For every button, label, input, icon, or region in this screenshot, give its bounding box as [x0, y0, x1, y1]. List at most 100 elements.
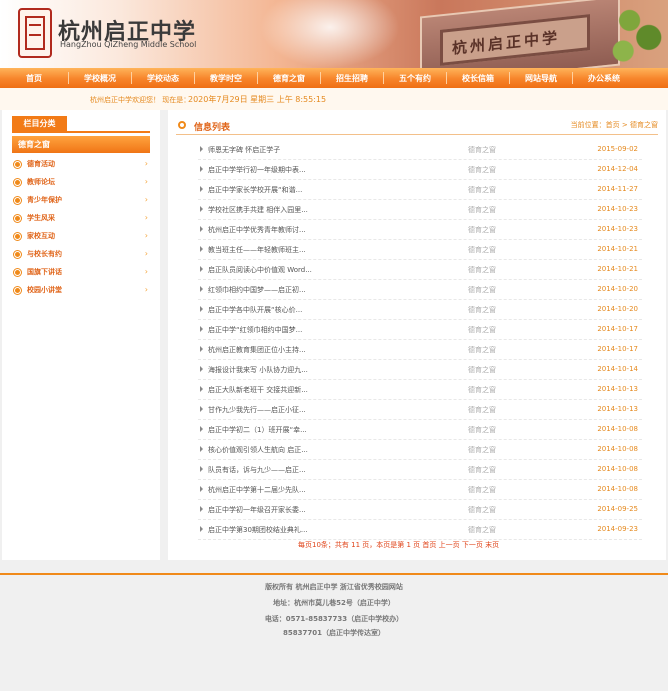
pagination[interactable]: 每页10条；共有 11 页，本页是第 1 页 首页 上一页 下一页 末页	[298, 540, 499, 550]
list-item[interactable]: 启正队员阅读心中价值观 Word... 德育之窗 2014-10-21	[198, 260, 642, 280]
list-item[interactable]: 甘作九少我先行——启正小征... 德育之窗 2014-10-13	[198, 400, 642, 420]
list-item-date: 2014-10-08	[597, 445, 638, 453]
list-item-date: 2014-10-08	[597, 485, 638, 493]
chevron-right-icon: ›	[144, 195, 148, 204]
sidebar-item-student-style[interactable]: 学生风采 ›	[14, 212, 152, 226]
list-item[interactable]: 师恩无字碑 怀启正学子 德育之窗 2015-09-02	[198, 140, 642, 160]
nav-principal-mailbox[interactable]: 校长信箱	[447, 73, 509, 84]
list-item[interactable]: 启正中学举行初一年级期中表... 德育之窗 2014-12-04	[198, 160, 642, 180]
list-item-date: 2014-10-08	[597, 425, 638, 433]
list-item[interactable]: 队员有话，诉与九少——启正... 德育之窗 2014-10-08	[198, 460, 642, 480]
list-item-title[interactable]: 启正中学初二（1）班开展“幸...	[208, 425, 307, 435]
list-item-title[interactable]: 核心价值观引领人生航向 启正...	[208, 445, 308, 455]
list-item-category: 德育之窗	[468, 486, 496, 494]
list-item-title[interactable]: 启正中学举行初一年级期中表...	[208, 165, 306, 175]
list-item-category: 德育之窗	[468, 506, 496, 514]
sidebar-item-flag-speech[interactable]: 国旗下讲话 ›	[14, 266, 152, 280]
list-item[interactable]: 红领巾相约中国梦——启正初... 德育之窗 2014-10-20	[198, 280, 642, 300]
list-item-category: 德育之窗	[468, 326, 496, 334]
current-time: 2020年7月29日 星期三 上午 8:55:15	[188, 95, 327, 104]
list-item[interactable]: 启正中学初二（1）班开展“幸... 德育之窗 2014-10-08	[198, 420, 642, 440]
list-item-title[interactable]: 启正中学各中队开展“核心价...	[208, 305, 302, 315]
list-item-title[interactable]: 启正中学家长学校开展“和谐...	[208, 185, 302, 195]
list-item-date: 2014-10-23	[597, 225, 638, 233]
list-item[interactable]: 启正中学家长学校开展“和谐... 德育之窗 2014-11-27	[198, 180, 642, 200]
chevron-right-icon: ›	[144, 285, 148, 294]
sidebar-item-meet-principal[interactable]: 与校长有约 ›	[14, 248, 152, 262]
list-item-date: 2014-10-17	[597, 345, 638, 353]
list-item-category: 德育之窗	[468, 406, 496, 414]
list-item[interactable]: 教当班主任——年轻教师班主... 德育之窗 2014-10-21	[198, 240, 642, 260]
list-item[interactable]: 核心价值观引领人生航向 启正... 德育之窗 2014-10-08	[198, 440, 642, 460]
list-item-title[interactable]: 海报设计我来写 小队协力迎九...	[208, 365, 308, 375]
list-item-title[interactable]: 甘作九少我先行——启正小征...	[208, 405, 306, 415]
sidebar-item-label: 与校长有约	[27, 250, 62, 258]
list-item[interactable]: 杭州启正中学第十二届少先队... 德育之窗 2014-10-08	[198, 480, 642, 500]
list-item-title[interactable]: 杭州启正中学第十二届少先队...	[208, 485, 306, 495]
list-item[interactable]: 杭州启正教育集团正位小主持... 德育之窗 2014-10-17	[198, 340, 642, 360]
list-item-category: 德育之窗	[468, 206, 496, 214]
list-item[interactable]: 启正中学“红领巾相约中国梦... 德育之窗 2014-10-17	[198, 320, 642, 340]
nav-recruitment[interactable]: 招生招聘	[321, 73, 383, 84]
list-item[interactable]: 海报设计我来写 小队协力迎九... 德育之窗 2014-10-14	[198, 360, 642, 380]
list-item-title[interactable]: 学校社区携手共建 相伴入园里...	[208, 205, 308, 215]
list-item-date: 2014-10-20	[597, 305, 638, 313]
chevron-right-icon: ›	[144, 159, 148, 168]
list-item-date: 2014-11-27	[597, 185, 638, 193]
list-item-category: 德育之窗	[468, 166, 496, 174]
list-item-date: 2014-10-14	[597, 365, 638, 373]
bullet-icon	[14, 179, 21, 186]
list-item-title[interactable]: 红领巾相约中国梦——启正初...	[208, 285, 306, 295]
chevron-right-icon: ›	[144, 249, 148, 258]
triangle-bullet-icon	[200, 166, 203, 172]
nav-teaching[interactable]: 教学时空	[195, 73, 257, 84]
bullet-circle-icon	[178, 121, 186, 129]
list-item-title[interactable]: 杭州启正教育集团正位小主持...	[208, 345, 306, 355]
nav-school-overview[interactable]: 学校概况	[69, 73, 131, 84]
sidebar: 栏目分类 德育之窗 德育活动 › 教师论坛 › 青少年保护 › 学生风采 › 家…	[2, 110, 160, 560]
list-item[interactable]: 启正中学初一年级召开家长委... 德育之窗 2014-09-25	[198, 500, 642, 520]
tree-image	[604, 0, 668, 68]
list-item-title[interactable]: 师恩无字碑 怀启正学子	[208, 145, 280, 155]
breadcrumb[interactable]: 当前位置：首页 > 德育之窗	[571, 120, 658, 130]
list-item-category: 德育之窗	[468, 286, 496, 294]
nav-site-guide[interactable]: 网站导航	[510, 73, 572, 84]
school-name-en: HangZhou QiZheng Middle School	[60, 40, 197, 49]
sidebar-section-title[interactable]: 德育之窗	[12, 136, 150, 153]
list-item[interactable]: 启正中学各中队开展“核心价... 德育之窗 2014-10-20	[198, 300, 642, 320]
list-item-title[interactable]: 启正中学初一年级召开家长委...	[208, 505, 306, 515]
list-item-title[interactable]: 教当班主任——年轻教师班主...	[208, 245, 306, 255]
list-item-date: 2014-10-13	[597, 405, 638, 413]
sidebar-item-teacher-forum[interactable]: 教师论坛 ›	[14, 176, 152, 190]
list-item-title[interactable]: 启正中学“红领巾相约中国梦...	[208, 325, 302, 335]
chevron-right-icon: ›	[144, 177, 148, 186]
nav-five-appointments[interactable]: 五个有约	[384, 73, 446, 84]
triangle-bullet-icon	[200, 386, 203, 392]
nav-office-system[interactable]: 办公系统	[573, 73, 635, 84]
nav-moral-education[interactable]: 德育之窗	[258, 73, 320, 84]
list-item-title[interactable]: 杭州启正中学优秀青年教师讨...	[208, 225, 306, 235]
list-item-date: 2014-10-13	[597, 385, 638, 393]
nav-home[interactable]: 首页	[0, 73, 68, 84]
list-item[interactable]: 学校社区携手共建 相伴入园里... 德育之窗 2014-10-23	[198, 200, 642, 220]
sidebar-item-youth-protection[interactable]: 青少年保护 ›	[14, 194, 152, 208]
list-item-category: 德育之窗	[468, 306, 496, 314]
list-item-category: 德育之窗	[468, 466, 496, 474]
nav-school-news[interactable]: 学校动态	[132, 73, 194, 84]
list-item-title[interactable]: 队员有话，诉与九少——启正...	[208, 465, 306, 475]
sidebar-item-moral-activities[interactable]: 德育活动 ›	[14, 158, 152, 172]
sidebar-item-campus-lecture[interactable]: 校园小讲堂 ›	[14, 284, 152, 298]
list-item[interactable]: 启正中学第30期团校结业典礼... 德育之窗 2014-09-23	[198, 520, 642, 540]
list-item[interactable]: 启正大队新老班干 交接共迎新... 德育之窗 2014-10-13	[198, 380, 642, 400]
triangle-bullet-icon	[200, 366, 203, 372]
sidebar-item-label: 校园小讲堂	[27, 286, 62, 294]
list-item-category: 德育之窗	[468, 446, 496, 454]
triangle-bullet-icon	[200, 286, 203, 292]
list-item-title[interactable]: 启正大队新老班干 交接共迎新...	[208, 385, 308, 395]
list-item-title[interactable]: 启正中学第30期团校结业典礼...	[208, 525, 308, 535]
school-logo-icon	[18, 8, 52, 58]
list-item[interactable]: 杭州启正中学优秀青年教师讨... 德育之窗 2014-10-23	[198, 220, 642, 240]
sidebar-item-home-school[interactable]: 家校互动 ›	[14, 230, 152, 244]
list-item-title[interactable]: 启正队员阅读心中价值观 Word...	[208, 265, 312, 275]
sidebar-item-label: 国旗下讲话	[27, 268, 62, 276]
